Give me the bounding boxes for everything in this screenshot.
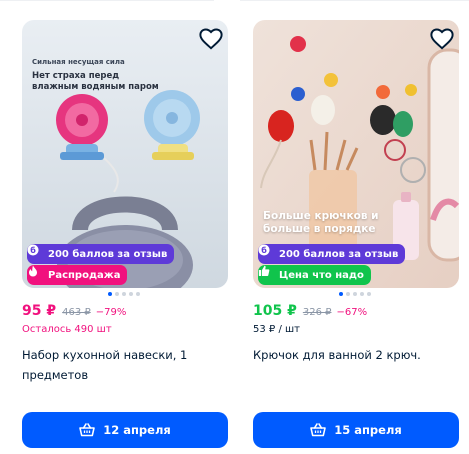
gallery-dot <box>360 292 364 296</box>
delivery-date-label: 12 апреля <box>103 423 171 437</box>
product-image[interactable]: Сильная несущая сила Нет страха перед вл… <box>22 20 228 288</box>
old-price: 463 ₽ <box>62 307 91 318</box>
basket-icon <box>79 423 96 437</box>
divider-segment <box>0 0 214 1</box>
promo-badge-label: Цена что надо <box>279 269 364 281</box>
gallery-dot <box>129 292 133 296</box>
unit-price: 53 ₽ / шт <box>253 324 300 335</box>
price-row: 95 ₽ 463 ₽ −79% <box>22 303 126 321</box>
promo-badge: Распродажа <box>27 265 128 285</box>
points-coin-icon: б <box>27 244 43 260</box>
gallery-dot <box>353 292 357 296</box>
product-card[interactable]: Сильная несущая сила Нет страха перед вл… <box>22 20 228 454</box>
svg-text:б: б <box>261 245 267 255</box>
product-title[interactable]: Крючок для ванной 2 крюч. <box>253 345 459 365</box>
gallery-dots <box>108 292 140 298</box>
current-price: 95 ₽ <box>22 303 57 319</box>
discount-percent: −67% <box>336 307 368 318</box>
image-caption-big: Больше крючков и больше в порядке <box>263 210 379 235</box>
flame-icon <box>29 265 43 281</box>
gallery-dot <box>108 292 112 296</box>
promo-badge: Цена что надо <box>258 265 371 285</box>
product-card[interactable]: Больше крючков и больше в порядке б 200 … <box>253 20 459 454</box>
gallery-dot <box>339 292 343 296</box>
image-caption-small: Сильная несущая сила <box>32 58 125 66</box>
price-row: 105 ₽ 326 ₽ −67% <box>253 303 367 321</box>
favorite-heart-icon[interactable] <box>198 26 224 52</box>
points-badge-label: 200 баллов за отзыв <box>279 248 399 260</box>
old-price: 326 ₽ <box>302 307 332 318</box>
promo-badge-label: Распродажа <box>48 269 121 281</box>
current-price: 105 ₽ <box>253 303 297 319</box>
gallery-dot <box>346 292 350 296</box>
gallery-dot <box>115 292 119 296</box>
gallery-dot <box>136 292 140 296</box>
stock-remaining: Осталось 490 шт <box>22 324 112 335</box>
image-caption-big: Нет страха перед влажным водяным паром <box>32 71 159 92</box>
gallery-dot <box>122 292 126 296</box>
divider-segment <box>240 0 469 1</box>
delivery-date-label: 15 апреля <box>334 423 402 437</box>
add-to-cart-button[interactable]: 12 апреля <box>22 412 228 448</box>
points-badge: б 200 баллов за отзыв <box>27 244 175 264</box>
product-title[interactable]: Набор кухонной навески, 1 предметов <box>22 345 228 385</box>
add-to-cart-button[interactable]: 15 апреля <box>253 412 459 448</box>
top-divider <box>0 0 469 1</box>
favorite-heart-icon[interactable] <box>429 26 455 52</box>
gallery-dots <box>339 292 371 298</box>
points-badge: б 200 баллов за отзыв <box>258 244 406 264</box>
svg-text:б: б <box>30 245 36 255</box>
thumbs-up-icon <box>258 265 274 281</box>
points-badge-label: 200 баллов за отзыв <box>48 248 168 260</box>
gallery-dot <box>367 292 371 296</box>
points-coin-icon: б <box>258 244 274 260</box>
product-image[interactable]: Больше крючков и больше в порядке б 200 … <box>253 20 459 288</box>
discount-percent: −79% <box>95 307 127 318</box>
basket-icon <box>310 423 327 437</box>
